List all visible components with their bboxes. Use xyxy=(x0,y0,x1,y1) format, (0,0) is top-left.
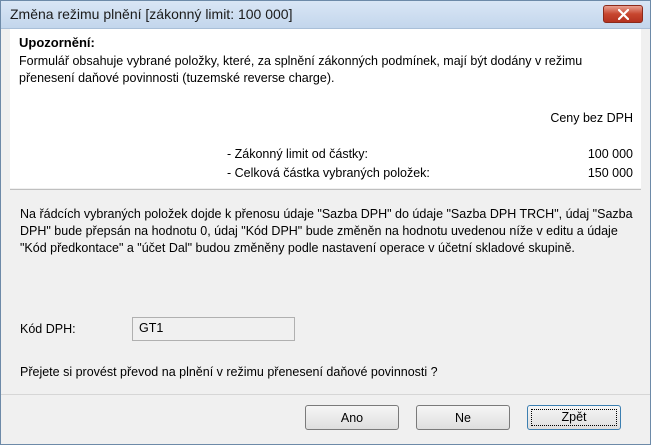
close-button[interactable] xyxy=(603,5,643,23)
kod-dph-label: Kód DPH: xyxy=(20,322,76,336)
kod-dph-field[interactable]: GT1 xyxy=(132,317,295,341)
info-text: Na řádcích vybraných položek dojde k pře… xyxy=(20,207,633,255)
back-button[interactable]: Zpět xyxy=(527,405,621,430)
dialog-window: Změna režimu plnění [zákonný limit: 100 … xyxy=(0,0,651,445)
yes-button[interactable]: Ano xyxy=(305,405,399,430)
limit-label: - Zákonný limit od částky: xyxy=(227,147,369,161)
title-bar[interactable]: Změna režimu plnění [zákonný limit: 100 … xyxy=(1,1,650,29)
price-header: Ceny bez DPH xyxy=(550,111,633,125)
footer-divider xyxy=(1,394,650,395)
question-text: Přejete si provést převod na plnění v re… xyxy=(20,365,438,379)
window-title: Změna režimu plnění [zákonný limit: 100 … xyxy=(10,6,293,22)
total-label: - Celková částka vybraných položek: xyxy=(227,166,430,180)
divider xyxy=(10,189,641,190)
back-button-label: Zpět xyxy=(531,409,617,426)
warning-heading: Upozornění: xyxy=(19,35,95,50)
limit-value: 100 000 xyxy=(587,147,633,161)
close-icon xyxy=(618,9,629,20)
warning-text: Formulář obsahuje vybrané položky, které… xyxy=(19,54,583,85)
no-button[interactable]: Ne xyxy=(416,405,510,430)
total-value: 150 000 xyxy=(587,166,633,180)
warning-panel: Upozornění: Formulář obsahuje vybrané po… xyxy=(10,29,641,188)
